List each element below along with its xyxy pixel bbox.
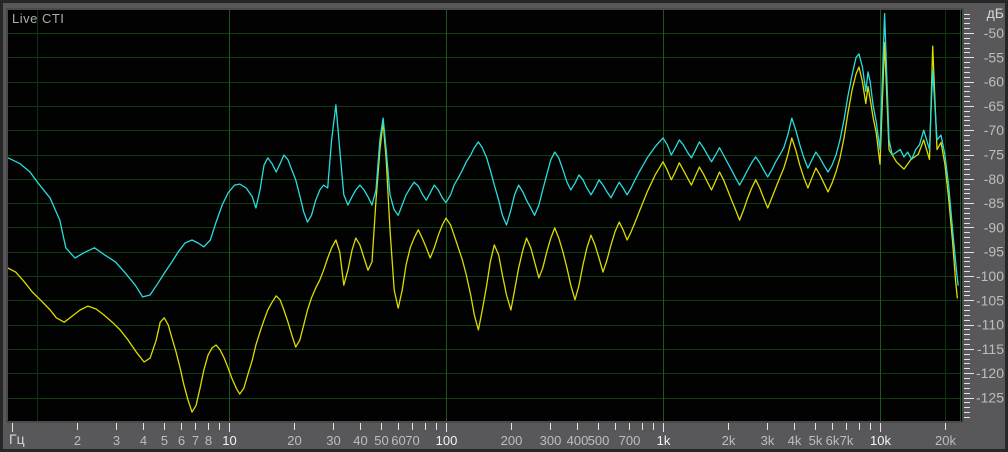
db-tick-label: -120 (976, 365, 1004, 381)
db-tick-label: -95 (984, 244, 1004, 260)
freq-tick-label: 1k (657, 433, 671, 448)
freq-tick-label: 60 (391, 433, 405, 448)
freq-tick-label: 8 (205, 433, 212, 448)
freq-tick-label: 500 (588, 433, 610, 448)
db-tick-label: -55 (984, 49, 1004, 65)
freq-tick-label: 6k (826, 433, 840, 448)
db-tick-label: -80 (984, 171, 1004, 187)
freq-unit-label: Гц (9, 432, 25, 446)
db-tick-label: -105 (976, 292, 1004, 308)
db-tick-label: -110 (977, 317, 1004, 333)
freq-tick-label: 30 (326, 433, 340, 448)
db-tick-label: -60 (984, 74, 1004, 90)
plot-background (8, 10, 962, 421)
freq-tick-label: 10 (222, 433, 236, 448)
freq-tick-label: 20 (287, 433, 301, 448)
freq-tick-label: 300 (540, 433, 562, 448)
freq-tick-label: 2k (722, 433, 736, 448)
freq-tick-label: 70 (405, 433, 419, 448)
freq-tick-label: 100 (436, 433, 458, 448)
freq-tick-label: 5 (161, 433, 168, 448)
freq-tick-label: 3 (113, 433, 120, 448)
freq-tick-label: 7 (192, 433, 199, 448)
spectrum-chart-canvas: 2 3 45678 10 20 30 40 506070 100 200 300 400500 700 1… (0, 0, 1008, 452)
db-tick-label: -70 (984, 122, 1004, 138)
db-tick-label: -115 (977, 341, 1004, 357)
db-tick-label: -65 (984, 98, 1004, 114)
chart-title: Live CTI (12, 12, 64, 25)
freq-tick-label: 6 (178, 433, 185, 448)
freq-tick-label: 7k (840, 433, 854, 448)
freq-tick-label: 20k (935, 433, 956, 448)
freq-tick-label: 200 (501, 433, 523, 448)
freq-tick-label: 400 (567, 433, 589, 448)
freq-tick-label: 10k (870, 433, 891, 448)
freq-tick-label: 3k (761, 433, 775, 448)
db-tick-label: -125 (976, 390, 1004, 406)
db-tick-label: -100 (976, 268, 1004, 284)
freq-tick-label: 2 (74, 433, 81, 448)
db-tick-label: -90 (984, 219, 1004, 235)
freq-tick-label: 4 (140, 433, 147, 448)
freq-tick-label: 700 (619, 433, 641, 448)
db-tick-label: -75 (984, 147, 1004, 163)
db-tick-label: -85 (984, 195, 1004, 211)
freq-tick-label: 40 (353, 433, 367, 448)
db-tick-label: -50 (984, 25, 1004, 41)
freq-tick-label: 50 (374, 433, 388, 448)
spectrum-analyzer-panel: 2 3 45678 10 20 30 40 506070 100 200 300 400500 700 1… (0, 0, 1008, 452)
freq-tick-label: 4k (788, 433, 802, 448)
freq-tick-label: 5k (809, 433, 823, 448)
db-unit-label: дБ (972, 6, 1004, 20)
